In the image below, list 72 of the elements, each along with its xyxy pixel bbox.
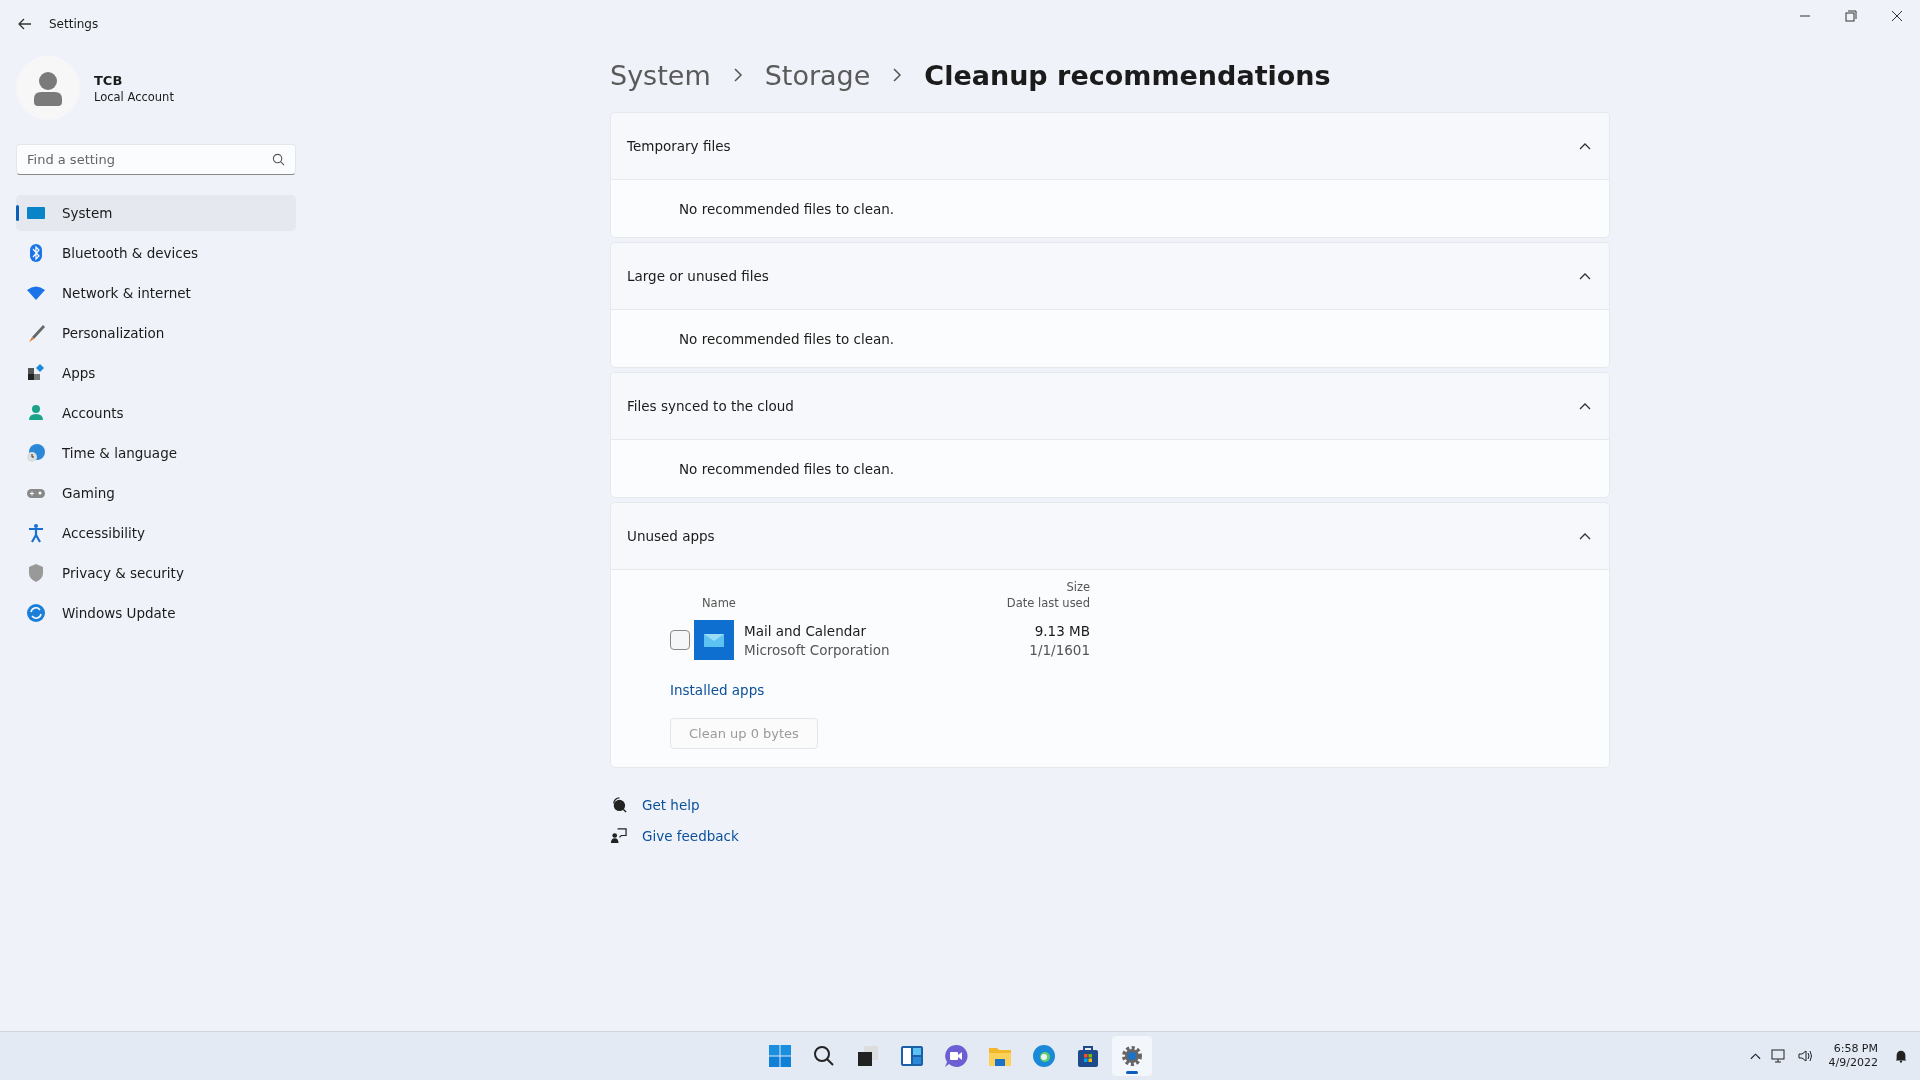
chat-icon[interactable] xyxy=(944,1044,968,1068)
sidebar-item[interactable]: Personalization xyxy=(16,315,296,351)
empty-message: No recommended files to clean. xyxy=(679,460,895,477)
column-header: Date last used xyxy=(1006,596,1090,610)
accessibility-icon xyxy=(26,523,46,543)
window-title: Settings xyxy=(49,17,99,31)
sidebar-item[interactable]: Gaming xyxy=(16,475,296,511)
chevron-up-icon xyxy=(1579,402,1591,410)
sidebar-item[interactable]: Windows Update xyxy=(16,595,296,631)
sidebar-item[interactable]: Bluetooth & devices xyxy=(16,235,296,271)
chevron-up-icon[interactable] xyxy=(1749,1052,1761,1060)
chevron-right-icon xyxy=(892,67,903,83)
section-header[interactable]: Unused apps xyxy=(611,503,1609,570)
sidebar-item[interactable]: Privacy & security xyxy=(16,555,296,591)
sync-icon xyxy=(26,603,46,623)
section-header[interactable]: Temporary files xyxy=(611,113,1609,180)
column-header: Name xyxy=(702,596,736,610)
empty-message: No recommended files to clean. xyxy=(679,330,895,347)
app-name: Mail and Calendar xyxy=(744,622,868,639)
feedback-icon xyxy=(610,827,627,844)
column-header: Size xyxy=(1066,580,1090,594)
gear-icon xyxy=(1120,1044,1144,1068)
installed-apps-link[interactable]: Installed apps xyxy=(670,682,765,698)
start-icon[interactable] xyxy=(768,1044,792,1068)
sidebar-item[interactable]: Accounts xyxy=(16,395,296,431)
help-link[interactable]: Get help xyxy=(642,796,700,813)
sidebar-item[interactable]: Apps xyxy=(16,355,296,391)
account-type: Local Account xyxy=(94,89,174,104)
store-icon[interactable] xyxy=(1076,1044,1100,1068)
sidebar-item[interactable]: Accessibility xyxy=(16,515,296,551)
breadcrumb-link[interactable]: System xyxy=(610,59,711,91)
help-link[interactable]: Give feedback xyxy=(642,827,739,844)
chevron-up-icon xyxy=(1579,272,1591,280)
page-title: Cleanup recommendations xyxy=(924,59,1331,91)
sidebar-item[interactable]: Network & internet xyxy=(16,275,296,311)
shield-icon xyxy=(26,563,46,583)
chevron-up-icon xyxy=(1579,532,1591,540)
breadcrumb-link[interactable]: Storage xyxy=(764,59,871,91)
close-icon[interactable] xyxy=(1891,10,1903,22)
empty-message: No recommended files to clean. xyxy=(679,200,895,217)
chevron-right-icon xyxy=(732,67,743,83)
app-size: 9.13 MB xyxy=(1034,622,1090,639)
avatar-icon xyxy=(16,56,80,120)
restore-icon[interactable] xyxy=(1845,10,1857,22)
bell-icon[interactable] xyxy=(1894,1049,1908,1063)
globe-clock-icon xyxy=(26,443,46,463)
checkbox[interactable] xyxy=(670,630,690,650)
person-icon xyxy=(26,403,46,423)
account-name: TCB xyxy=(94,72,124,88)
mail-app-icon xyxy=(694,620,734,660)
settings-taskbar-button[interactable] xyxy=(1112,1036,1152,1076)
sidebar-item[interactable]: Time & language xyxy=(16,435,296,471)
brush-icon xyxy=(26,323,46,343)
back-icon[interactable] xyxy=(17,16,33,32)
browser-icon[interactable] xyxy=(1032,1044,1056,1068)
search-field[interactable]: Find a setting xyxy=(16,144,296,175)
help-icon xyxy=(610,796,627,813)
sidebar-item[interactable]: System xyxy=(16,195,296,231)
monitor-icon[interactable] xyxy=(1770,1048,1787,1064)
section-header[interactable]: Files synced to the cloud xyxy=(611,373,1609,440)
section-header[interactable]: Large or unused files xyxy=(611,243,1609,310)
widgets-icon[interactable] xyxy=(900,1044,924,1068)
chevron-up-icon xyxy=(1579,142,1591,150)
search-icon[interactable] xyxy=(812,1044,836,1068)
task-view-icon[interactable] xyxy=(856,1044,880,1068)
speaker-icon[interactable] xyxy=(1796,1048,1813,1064)
apps-icon xyxy=(26,363,46,383)
clock-date: 4/9/2022 xyxy=(1828,1056,1878,1071)
app-date: 1/1/1601 xyxy=(1029,641,1090,658)
app-publisher: Microsoft Corporation xyxy=(744,641,890,658)
clock-time: 6:58 PM xyxy=(1833,1041,1878,1056)
search-icon xyxy=(272,153,285,166)
